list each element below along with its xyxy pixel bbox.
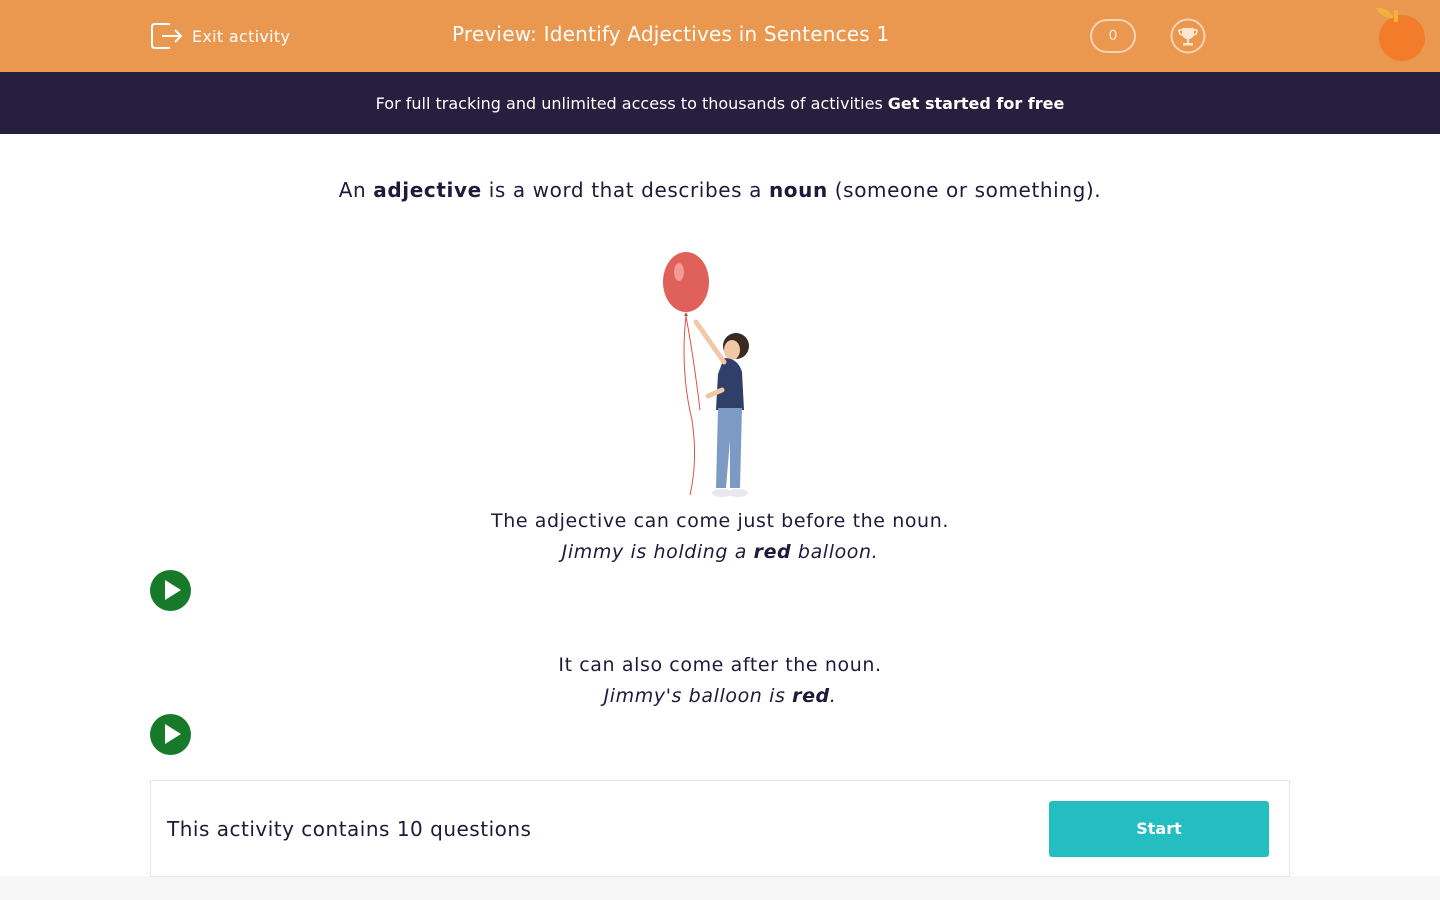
example1-adjective: red: [753, 541, 792, 563]
top-bar: Exit activity Preview: Identify Adjectiv…: [0, 0, 1440, 72]
example2-adjective: red: [792, 685, 830, 707]
example-sentence-2: Jimmy's balloon is red.: [150, 685, 1290, 707]
example2-after: .: [829, 685, 837, 707]
exit-activity-label: Exit activity: [192, 26, 291, 46]
example-sentence-1: Jimmy is holding a red balloon.: [150, 541, 1290, 563]
intro-part3: (someone or something).: [827, 178, 1102, 202]
start-button[interactable]: Start: [1049, 801, 1269, 857]
exit-icon: [151, 23, 183, 49]
rule-after-noun: It can also come after the noun.: [558, 654, 882, 676]
boy-with-balloon-image: [663, 252, 749, 497]
play-audio-button-2[interactable]: [150, 714, 191, 755]
example1-after: balloon.: [791, 541, 879, 563]
trophy-icon[interactable]: [1170, 18, 1206, 54]
definition-text: An adjective is a word that describes a …: [150, 178, 1290, 202]
upgrade-banner: For full tracking and unlimited access t…: [0, 72, 1440, 134]
example1-before: Jimmy is holding a: [561, 541, 754, 563]
rule-before-noun: The adjective can come just before the n…: [491, 510, 949, 532]
get-started-link[interactable]: Get started for free: [888, 94, 1065, 113]
intro-part1: An: [338, 178, 374, 202]
term-noun: noun: [768, 178, 828, 202]
intro-part2: is a word that describes a: [481, 178, 769, 202]
play-audio-button-1[interactable]: [150, 570, 191, 611]
activity-summary-panel: This activity contains 10 questions Star…: [150, 780, 1290, 877]
exit-activity-button[interactable]: Exit activity: [150, 21, 290, 51]
footer-strip: [0, 876, 1440, 900]
brand-logo: [1376, 7, 1425, 61]
banner-text: For full tracking and unlimited access t…: [375, 93, 883, 113]
example2-before: Jimmy's balloon is: [603, 685, 793, 707]
score-counter: 0: [1090, 19, 1136, 53]
term-adjective: adjective: [373, 178, 482, 202]
page-title: Preview: Identify Adjectives in Sentence…: [452, 22, 890, 46]
question-count-text: This activity contains 10 questions: [167, 817, 532, 841]
